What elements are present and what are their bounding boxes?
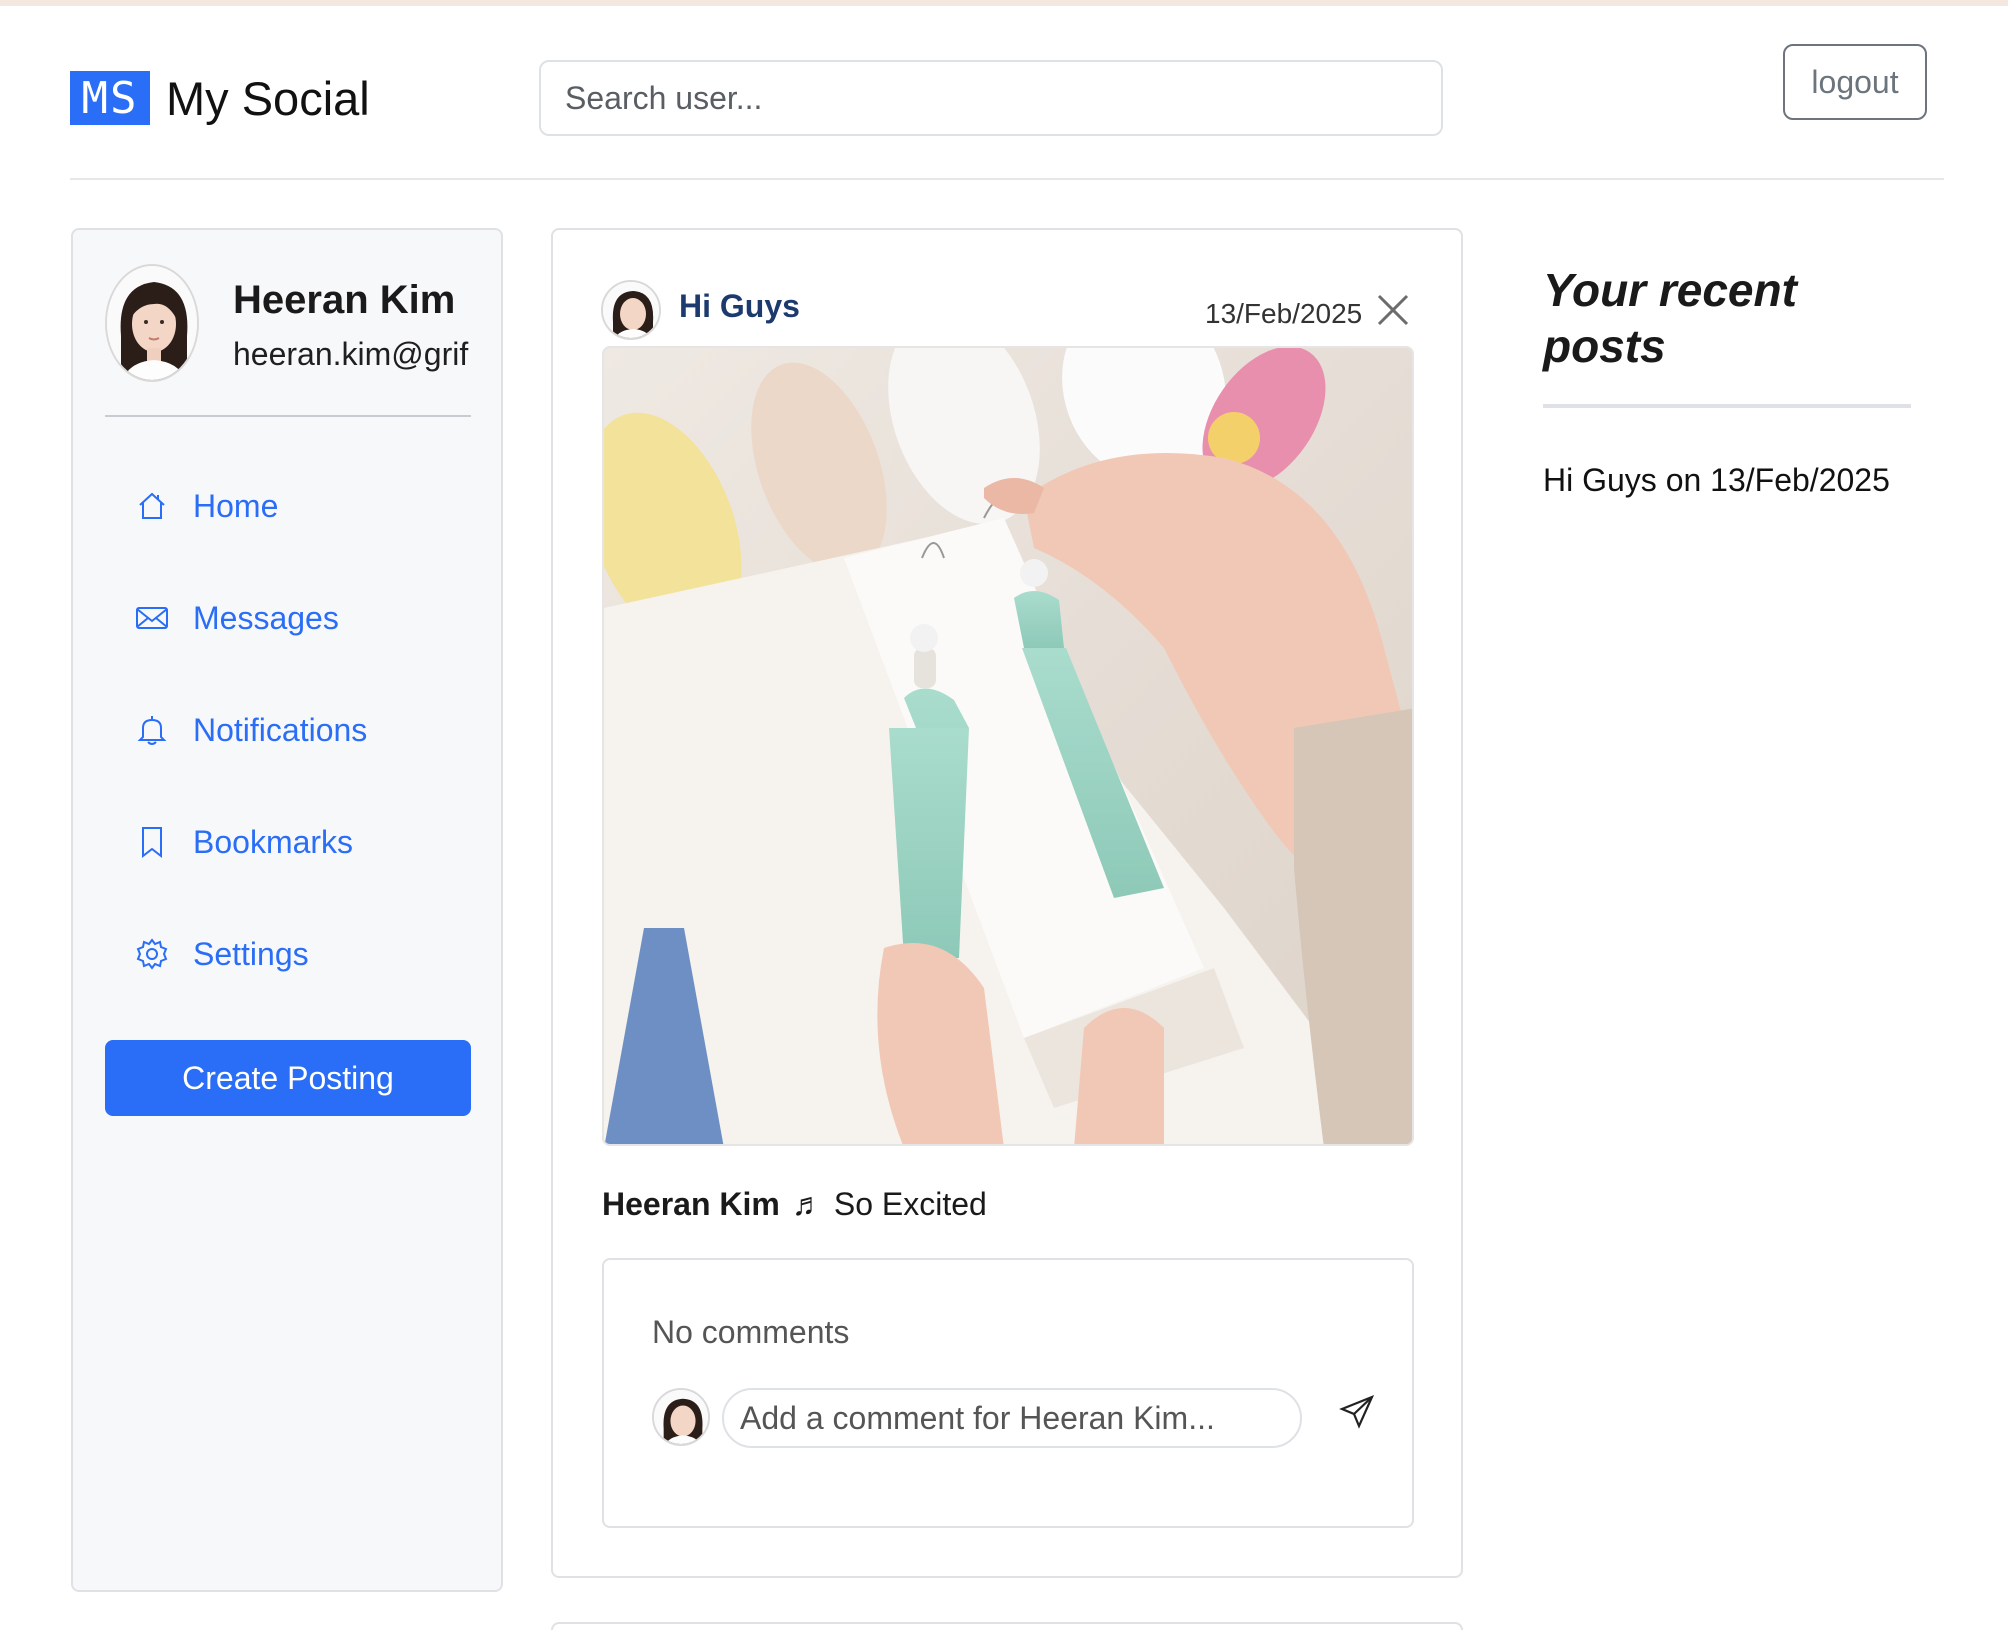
sidebar-item-label: Notifications xyxy=(193,711,368,748)
sidebar-divider xyxy=(105,415,471,417)
sidebar-item-bookmarks[interactable]: Bookmarks xyxy=(105,786,471,898)
recent-posts-title: Your recent posts xyxy=(1543,264,1797,372)
send-icon xyxy=(1339,1394,1375,1433)
sidebar-item-label: Messages xyxy=(193,599,339,636)
sidebar-item-notifications[interactable]: Notifications xyxy=(105,674,471,786)
post-author-name[interactable]: Heeran Kim xyxy=(602,1186,780,1223)
envelope-icon xyxy=(135,601,169,635)
post-author-avatar[interactable] xyxy=(601,280,661,340)
brand[interactable]: MS My Social xyxy=(70,70,370,126)
music-note-icon: ♬ xyxy=(791,1186,824,1222)
post-caption: Heeran Kim ♬ So Excited xyxy=(602,1186,987,1223)
sidebar-nav: Home Messages Notifications Bookmarks Se… xyxy=(105,450,471,1010)
sidebar: Heeran Kim heeran.kim@grif Home Messages… xyxy=(71,228,503,1592)
recent-post-item[interactable]: Hi Guys on 13/Feb/2025 xyxy=(1543,462,1890,499)
profile-name: Heeran Kim xyxy=(233,278,456,322)
sidebar-item-label: Home xyxy=(193,487,279,524)
bell-icon xyxy=(135,713,169,747)
post-date: 13/Feb/2025 xyxy=(1205,298,1363,329)
header: MS My Social logout xyxy=(0,6,2008,182)
bookmark-icon xyxy=(135,825,169,859)
close-icon[interactable] xyxy=(1373,290,1413,330)
home-icon xyxy=(135,489,169,523)
post-caption-text: So Excited xyxy=(833,1186,987,1222)
app-name: My Social xyxy=(166,71,370,125)
header-divider xyxy=(70,178,1944,180)
sidebar-item-label: Settings xyxy=(193,935,309,972)
send-comment-button[interactable] xyxy=(1332,1388,1382,1438)
sidebar-item-label: Bookmarks xyxy=(193,823,354,860)
post-card: Hi Guys 13/Feb/2025 Heeran Kim ♬ So Exci… xyxy=(551,228,1463,1578)
sidebar-item-settings[interactable]: Settings xyxy=(105,898,471,1010)
sidebar-item-home[interactable]: Home xyxy=(105,450,471,562)
comments-section: No comments xyxy=(602,1258,1414,1528)
gear-icon xyxy=(135,937,169,971)
post-image xyxy=(602,346,1414,1146)
comment-input[interactable] xyxy=(722,1388,1302,1448)
profile-email: heeran.kim@grif xyxy=(233,336,469,372)
sidebar-item-messages[interactable]: Messages xyxy=(105,562,471,674)
logo: MS xyxy=(70,71,150,125)
next-post-card-edge xyxy=(551,1622,1463,1630)
create-posting-button[interactable]: Create Posting xyxy=(105,1040,471,1116)
logout-button[interactable]: logout xyxy=(1783,44,1927,120)
recent-posts-divider xyxy=(1543,404,1911,408)
no-comments-text: No comments xyxy=(652,1314,850,1350)
post-title[interactable]: Hi Guys xyxy=(679,288,800,325)
avatar xyxy=(105,264,199,382)
search-input[interactable] xyxy=(539,60,1443,136)
avatar xyxy=(652,1388,710,1446)
